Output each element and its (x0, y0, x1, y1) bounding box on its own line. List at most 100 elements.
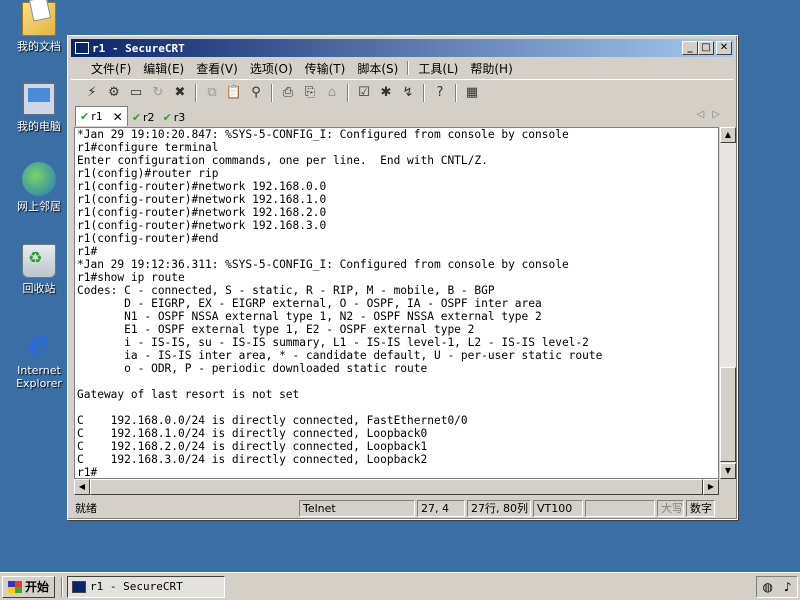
disconnect-icon[interactable]: ✖ (169, 83, 191, 103)
securecrt-app-icon (72, 580, 87, 593)
desktop-icon-internet-explorer[interactable]: e Internet Explorer (8, 326, 70, 390)
terminal-line: *Jan 29 19:12:36.311: %SYS-5-CONFIG_I: C… (77, 258, 569, 271)
menu-bar: 文件(F) 编辑(E) 查看(V) 选项(O) 传输(T) 脚本(S) 工具(L… (71, 58, 734, 78)
menu-view[interactable]: 查看(V) (190, 60, 244, 77)
status-emulation: VT100 (533, 499, 583, 517)
scroll-left-button[interactable]: ◀ (74, 479, 90, 495)
quick-connect-icon[interactable]: ⚙ (103, 83, 125, 103)
menu-file[interactable]: 文件(F) (85, 60, 137, 77)
tab-label: r3 (173, 110, 186, 124)
terminal-line: r1# (77, 466, 98, 479)
taskbar: 开始 r1 - SecureCRT ◍ ♪ (0, 572, 800, 600)
toolbar-separator (423, 83, 425, 102)
vertical-scroll-thumb[interactable] (720, 367, 736, 462)
print-selection-icon[interactable]: ⎘ (299, 83, 321, 103)
about-icon[interactable]: ▦ (461, 83, 483, 103)
tray-network-icon[interactable]: ◍ (762, 580, 772, 594)
desktop-icon-network-places[interactable]: 网上邻居 (8, 162, 70, 213)
my-documents-icon (22, 2, 56, 36)
find-icon[interactable]: ⚲ (245, 83, 267, 103)
terminal-line: C 192.168.0.0/24 is directly connected, … (77, 414, 468, 427)
desktop-icon-my-computer[interactable]: 我的电脑 (8, 82, 70, 133)
tab-scroll-left-icon[interactable]: ◁ (697, 109, 713, 120)
tab-close-icon[interactable]: ✕ (113, 110, 123, 124)
horizontal-scroll-thumb[interactable] (90, 479, 703, 495)
global-options-icon[interactable]: ✱ (375, 83, 397, 103)
tab-r1[interactable]: ✔ r1 ✕ (75, 106, 128, 126)
menu-help[interactable]: 帮助(H) (464, 60, 518, 77)
status-caps-lock: 大写 (657, 499, 684, 517)
start-button[interactable]: 开始 (2, 575, 56, 598)
title-bar[interactable]: r1 - SecureCRT _ □ ✕ (71, 39, 734, 57)
tab-scroll-arrows[interactable]: ◁▷ (697, 109, 728, 120)
desktop-icon-my-documents[interactable]: 我的文档 (8, 2, 70, 53)
taskbar-item-securecrt[interactable]: r1 - SecureCRT (67, 575, 226, 598)
desktop-icon-recycle-bin[interactable]: 回收站 (8, 244, 70, 295)
status-num-lock: 数字 (686, 499, 715, 517)
session-options-icon[interactable]: ☑ (353, 83, 375, 103)
securecrt-app-icon (75, 42, 89, 54)
print-icon[interactable]: ⎙ (277, 83, 299, 103)
scroll-up-button[interactable]: ▲ (720, 127, 736, 143)
reconnect-icon[interactable]: ↻ (147, 83, 169, 103)
connected-check-icon: ✔ (80, 110, 90, 123)
toolbar-separator (347, 83, 349, 102)
scroll-right-button[interactable]: ▶ (703, 479, 719, 495)
status-protocol: Telnet (299, 499, 415, 517)
terminal-line: C 192.168.2.0/24 is directly connected, … (77, 440, 428, 453)
toolbar-separator (271, 83, 273, 102)
menu-tools[interactable]: 工具(L) (412, 60, 464, 77)
connect-icon[interactable]: ⚡ (81, 83, 103, 103)
tab-r2[interactable]: ✔ r2 (128, 108, 159, 126)
terminal-line: r1(config-router)#network 192.168.0.0 (77, 180, 327, 193)
terminal-line: D - EIGRP, EX - EIGRP external, O - OSPF… (77, 297, 542, 310)
tray-volume-icon[interactable]: ♪ (784, 580, 792, 594)
maximize-button[interactable]: □ (698, 41, 714, 55)
system-tray: ◍ ♪ (756, 576, 798, 598)
close-button[interactable]: ✕ (716, 41, 732, 55)
menu-transfer[interactable]: 传输(T) (299, 60, 352, 77)
terminal-output[interactable]: *Jan 29 19:10:20.847: %SYS-5-CONFIG_I: C… (74, 127, 719, 479)
tab-scroll-right-icon[interactable]: ▷ (712, 109, 728, 120)
menu-options[interactable]: 选项(O) (244, 60, 299, 77)
minimize-button[interactable]: _ (682, 41, 698, 55)
terminal-line: r1(config-router)#network 192.168.2.0 (77, 206, 327, 219)
start-label: 开始 (25, 580, 50, 594)
status-blank-field (585, 499, 655, 517)
tab-r3[interactable]: ✔ r3 (159, 108, 190, 126)
connect-in-tab-icon[interactable]: ▭ (125, 83, 147, 103)
terminal-line: Codes: C - connected, S - static, R - RI… (77, 284, 495, 297)
tab-label: r2 (143, 110, 155, 124)
connected-check-icon: ✔ (162, 110, 172, 124)
status-ready: 就绪 (75, 502, 97, 515)
terminal-line: N1 - OSPF NSSA external type 1, N2 - OSP… (77, 310, 542, 323)
terminal-line: r1# (77, 245, 98, 258)
desktop-icon-label: 回收站 (22, 282, 56, 295)
terminal-line: C 192.168.1.0/24 is directly connected, … (77, 427, 428, 440)
horizontal-scrollbar[interactable]: ◀ ▶ (74, 479, 719, 495)
connected-check-icon: ✔ (131, 110, 142, 124)
toolbar: ⚡ ⚙ ▭ ↻ ✖ ⧉ 📋 ⚲ ⎙ ⎘ ⌂ ☑ ✱ ↯ ? ▦ (71, 79, 734, 105)
terminal-line: r1(config)#router rip (77, 167, 219, 180)
menu-edit[interactable]: 编辑(E) (137, 60, 190, 77)
help-icon[interactable]: ? (429, 83, 451, 103)
menu-script[interactable]: 脚本(S) (351, 60, 404, 77)
copy-icon[interactable]: ⧉ (201, 83, 223, 103)
terminal-line: C 192.168.3.0/24 is directly connected, … (77, 453, 428, 466)
desktop-icon-label: Internet Explorer (16, 364, 62, 390)
terminal-line: r1(config-router)#network 192.168.3.0 (77, 219, 327, 232)
status-bar: 就绪 Telnet 27, 4 27行, 80列 VT100 大写 数字 (71, 498, 734, 518)
keymap-icon[interactable]: ↯ (397, 83, 419, 103)
vertical-scrollbar[interactable]: ▲ ▼ (720, 127, 736, 479)
my-computer-icon (22, 82, 56, 116)
paste-icon[interactable]: 📋 (223, 83, 245, 103)
printer-icon[interactable]: ⌂ (321, 83, 343, 103)
terminal-line: r1(config-router)#network 192.168.1.0 (77, 193, 327, 206)
desktop-icon-label: 我的文档 (17, 40, 61, 53)
internet-explorer-icon: e (28, 323, 50, 363)
terminal-line: o - ODR, P - periodic downloaded static … (77, 362, 428, 375)
scroll-down-button[interactable]: ▼ (720, 463, 736, 479)
terminal-line: i - IS-IS, su - IS-IS summary, L1 - IS-I… (77, 336, 589, 349)
terminal-line: *Jan 29 19:10:20.847: %SYS-5-CONFIG_I: C… (77, 128, 569, 141)
